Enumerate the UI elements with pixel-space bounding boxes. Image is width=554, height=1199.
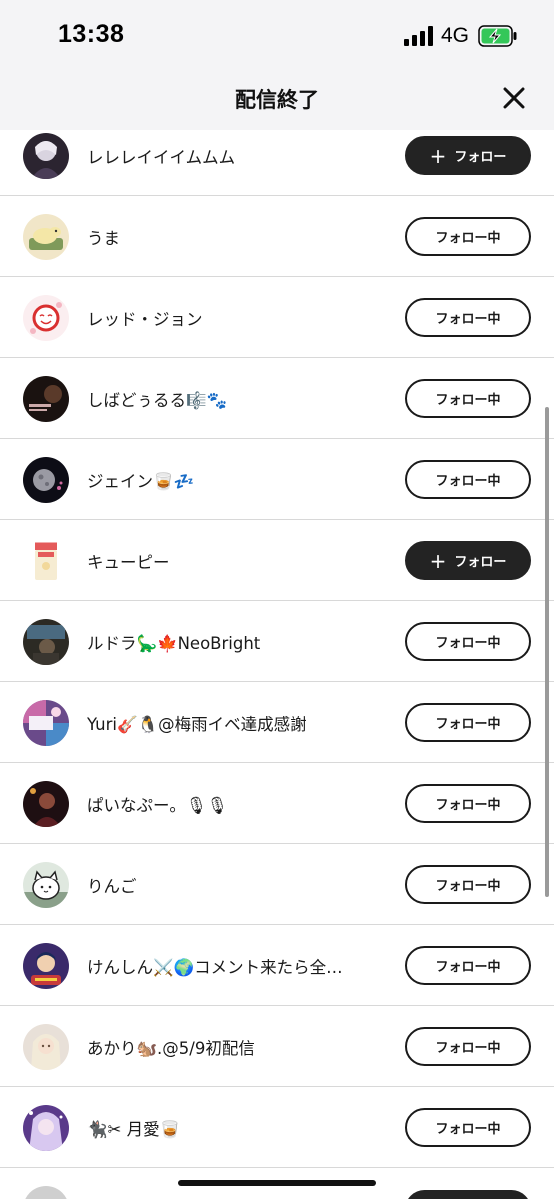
status-bar: 13:38 4G (0, 0, 554, 70)
plus-icon: + (429, 143, 447, 168)
following-button[interactable]: フォロー中 (405, 946, 531, 985)
user-name: うま (87, 229, 120, 248)
scrollbar[interactable] (545, 407, 549, 897)
list-item: しばどぅるる🎼🐾 フォロー中 (0, 358, 554, 439)
avatar[interactable] (23, 700, 69, 746)
avatar[interactable] (23, 1186, 69, 1199)
user-name: ぱいなぷー。🎙🎙 (87, 796, 228, 815)
following-button-label: フォロー中 (435, 393, 501, 408)
avatar[interactable] (23, 214, 69, 260)
following-button[interactable]: フォロー中 (405, 298, 531, 337)
avatar[interactable] (23, 133, 69, 179)
following-button[interactable]: フォロー中 (405, 784, 531, 823)
plus-icon: + (429, 548, 447, 573)
following-button[interactable]: フォロー中 (405, 379, 531, 418)
avatar[interactable] (23, 619, 69, 665)
following-button-label: フォロー中 (435, 474, 501, 489)
follow-button[interactable]: + フォロー (405, 541, 531, 580)
follow-button[interactable]: + フォロー (405, 136, 531, 175)
list-item: ジェイン🥃💤 フォロー中 (0, 439, 554, 520)
following-button-label: フォロー中 (435, 1122, 501, 1137)
network-label: 4G (441, 24, 470, 47)
follow-button-label: フォロー (454, 150, 507, 165)
user-name: りんご (87, 877, 137, 896)
list-item: りんご フォロー中 (0, 844, 554, 925)
home-indicator[interactable] (178, 1180, 376, 1186)
following-button-label: フォロー中 (435, 879, 501, 894)
avatar[interactable] (23, 295, 69, 341)
avatar[interactable] (23, 538, 69, 584)
list-item: Yuri🎸🐧@梅雨イベ達成感謝 フォロー中 (0, 682, 554, 763)
following-button-label: フォロー中 (435, 231, 501, 246)
page-title: 配信終了 (235, 88, 319, 112)
user-name: レレレイイイムムム (87, 148, 236, 167)
list-item: あかり🐿️‪‪.@5/9初配信 フォロー中 (0, 1006, 554, 1087)
user-name: 🐈‍⬛✂︎ 月愛🥃 (87, 1120, 181, 1139)
list-item: レッド・ジョン フォロー中 (0, 277, 554, 358)
following-button-label: フォロー中 (435, 717, 501, 732)
status-time: 13:38 (58, 20, 125, 48)
following-button[interactable]: フォロー中 (405, 217, 531, 256)
following-button[interactable]: フォロー中 (405, 1108, 531, 1147)
user-name: ルドラ🦕🍁NeoBright (87, 634, 261, 653)
following-button[interactable]: フォロー中 (405, 1027, 531, 1066)
avatar[interactable] (23, 862, 69, 908)
user-name: レッド・ジョン (87, 310, 203, 329)
user-name: あかり🐿️‪‪.@5/9初配信 (87, 1039, 255, 1058)
user-list: レレレイイイムムム + フォロー うま フォロー中 レッド・ジョン フォロー中 … (0, 115, 554, 1168)
user-name: ジェイン🥃💤 (87, 472, 195, 491)
following-button[interactable]: フォロー中 (405, 622, 531, 661)
user-name: キューピー (87, 553, 170, 572)
list-item: けんしん⚔️🌍コメント来たら全… フォロー中 (0, 925, 554, 1006)
following-button[interactable]: フォロー中 (405, 865, 531, 904)
follow-button[interactable] (405, 1190, 531, 1199)
close-icon[interactable] (500, 84, 528, 112)
following-button-label: フォロー中 (435, 312, 501, 327)
list-item: うま フォロー中 (0, 196, 554, 277)
avatar[interactable] (23, 1024, 69, 1070)
avatar[interactable] (23, 457, 69, 503)
list-item: ぱいなぷー。🎙🎙 フォロー中 (0, 763, 554, 844)
follow-button-label: フォロー (454, 555, 507, 570)
list-item: キューピー + フォロー (0, 520, 554, 601)
avatar[interactable] (23, 1105, 69, 1151)
following-button-label: フォロー中 (435, 798, 501, 813)
user-name: けんしん⚔️🌍コメント来たら全… (87, 958, 343, 977)
avatar[interactable] (23, 781, 69, 827)
list-item: 🐈‍⬛✂︎ 月愛🥃 フォロー中 (0, 1087, 554, 1168)
following-button[interactable]: フォロー中 (405, 703, 531, 742)
following-button[interactable]: フォロー中 (405, 460, 531, 499)
list-item: レレレイイイムムム + フォロー (0, 115, 554, 196)
list-item: ルドラ🦕🍁NeoBright フォロー中 (0, 601, 554, 682)
battery-charging-icon (478, 25, 517, 47)
following-button-label: フォロー中 (435, 960, 501, 975)
following-button-label: フォロー中 (435, 1041, 501, 1056)
avatar[interactable] (23, 376, 69, 422)
user-name: Yuri🎸🐧@梅雨イベ達成感謝 (87, 715, 307, 734)
cellular-signal-icon (404, 26, 433, 46)
avatar[interactable] (23, 943, 69, 989)
following-button-label: フォロー中 (435, 636, 501, 651)
user-name: しばどぅるる🎼🐾 (87, 391, 228, 410)
